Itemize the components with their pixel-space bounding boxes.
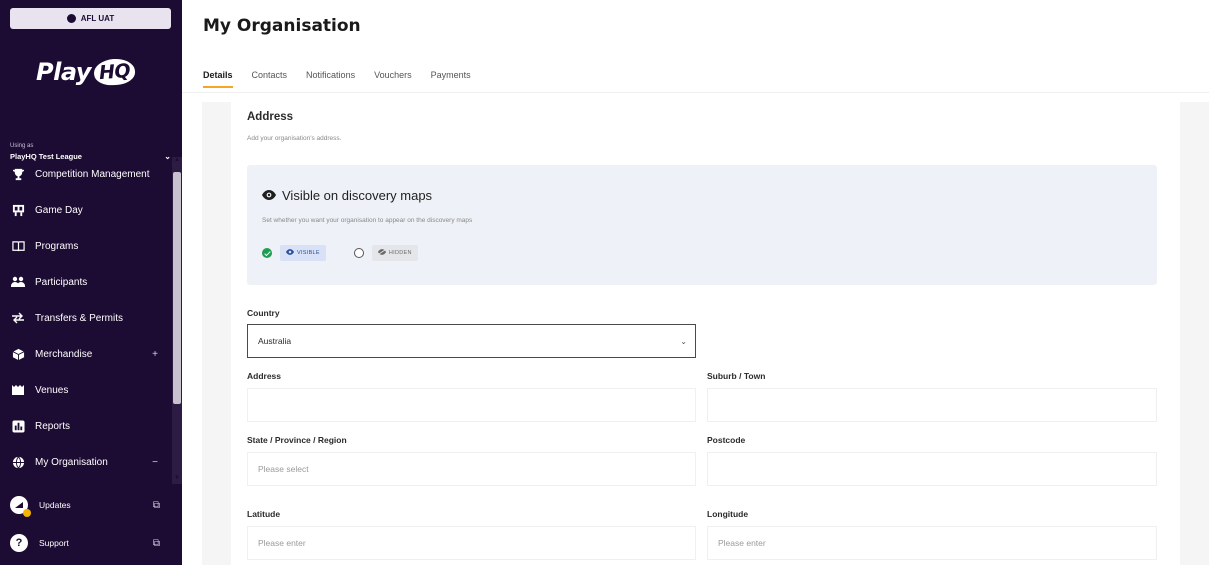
longitude-input[interactable]: Please enter xyxy=(707,526,1157,560)
address-card: Address Add your organisation's address.… xyxy=(231,102,1180,565)
longitude-placeholder: Please enter xyxy=(718,538,766,548)
discovery-title-text: Visible on discovery maps xyxy=(282,188,433,203)
sidebar-item-my-organisation[interactable]: My Organisation − xyxy=(0,447,172,477)
chart-icon xyxy=(11,419,25,433)
main-content: My Organisation Details Contacts Notific… xyxy=(182,0,1209,565)
sidebar-item-participants[interactable]: Participants xyxy=(0,267,172,297)
tab-bar: Details Contacts Notifications Vouchers … xyxy=(203,70,490,88)
page-title: My Organisation xyxy=(203,16,361,36)
discovery-title: Visible on discovery maps xyxy=(262,188,432,203)
updates-label: Updates xyxy=(39,500,71,510)
support-label: Support xyxy=(39,538,69,548)
sidebar-item-label: Competition Management xyxy=(35,168,150,180)
state-placeholder: Please select xyxy=(258,464,309,474)
scoreboard-icon xyxy=(11,203,25,217)
external-link-icon: ⧉ xyxy=(152,499,160,511)
country-value: Australia xyxy=(258,336,292,346)
sidebar-item-label: Participants xyxy=(35,276,88,288)
updates-icon xyxy=(10,496,31,517)
logo-hq-text: HQ xyxy=(93,57,136,87)
support-link[interactable]: ? Support ⧉ xyxy=(0,528,182,558)
postcode-input[interactable] xyxy=(707,452,1157,486)
people-icon xyxy=(11,275,25,289)
venue-icon xyxy=(11,383,25,397)
state-select[interactable]: Please select xyxy=(247,452,696,486)
address-section-subtitle: Add your organisation's address. xyxy=(247,135,342,142)
address-input[interactable] xyxy=(247,388,696,422)
external-link-icon: ⧉ xyxy=(152,537,160,549)
discovery-subtitle: Set whether you want your organisation t… xyxy=(262,217,473,224)
visible-label: VISIBLE xyxy=(297,250,320,256)
longitude-label: Longitude xyxy=(707,509,749,519)
tab-contacts[interactable]: Contacts xyxy=(252,70,288,86)
environment-dot-icon xyxy=(66,14,76,23)
collapse-minus-icon[interactable]: − xyxy=(152,457,158,468)
sidebar-item-reports[interactable]: Reports xyxy=(0,411,172,441)
transfer-icon xyxy=(11,311,25,325)
tab-divider xyxy=(182,92,1209,93)
tab-payments[interactable]: Payments xyxy=(431,70,471,86)
sidebar-item-merchandise[interactable]: Merchandise + xyxy=(0,339,172,369)
sidebar-item-label: My Organisation xyxy=(35,456,108,468)
country-select[interactable]: Australia ⌄ xyxy=(247,324,696,358)
sidebar-item-label: Merchandise xyxy=(35,348,93,360)
eye-icon xyxy=(286,249,294,257)
help-icon: ? xyxy=(10,534,28,552)
scroll-up-arrow-icon[interactable]: ▲ xyxy=(173,157,181,163)
sidebar-scrollbar-thumb[interactable] xyxy=(173,172,181,404)
latitude-label: Latitude xyxy=(247,509,281,519)
postcode-label: Postcode xyxy=(707,435,746,445)
sidebar-item-label: Game Day xyxy=(35,204,83,216)
logo-play-text: Play xyxy=(36,58,91,86)
latitude-placeholder: Please enter xyxy=(258,538,306,548)
discovery-visibility-panel: Visible on discovery maps Set whether yo… xyxy=(247,165,1157,285)
globe-icon xyxy=(11,455,25,469)
updates-link[interactable]: Updates ⧉ xyxy=(0,490,182,520)
latitude-input[interactable]: Please enter xyxy=(247,526,696,560)
suburb-label: Suburb / Town xyxy=(707,371,766,381)
hidden-chip[interactable]: HIDDEN xyxy=(371,245,418,261)
visibility-radio-group: VISIBLE HIDDEN xyxy=(262,245,446,261)
address-label: Address xyxy=(247,371,282,381)
state-label: State / Province / Region xyxy=(247,435,347,445)
tab-details[interactable]: Details xyxy=(203,70,233,88)
sidebar-item-transfers-permits[interactable]: Transfers & Permits xyxy=(0,303,172,333)
content-area: Address Add your organisation's address.… xyxy=(202,102,1209,565)
environment-label: AFL UAT xyxy=(80,14,115,23)
box-icon xyxy=(11,347,25,361)
book-icon xyxy=(11,239,25,253)
tab-notifications[interactable]: Notifications xyxy=(306,70,355,86)
scroll-down-arrow-icon[interactable]: ▼ xyxy=(173,475,181,481)
notification-dot xyxy=(23,509,31,517)
sidebar-item-venues[interactable]: Venues xyxy=(0,375,172,405)
hidden-label: HIDDEN xyxy=(388,250,412,256)
visible-chip[interactable]: VISIBLE xyxy=(280,245,326,261)
sidebar-item-label: Transfers & Permits xyxy=(35,312,123,324)
hidden-radio[interactable] xyxy=(353,248,364,258)
suburb-input[interactable] xyxy=(707,388,1157,422)
sidebar-item-competition-management[interactable]: Competition Management xyxy=(0,159,172,189)
country-label: Country xyxy=(247,308,280,318)
tab-vouchers[interactable]: Vouchers xyxy=(374,70,412,86)
playhq-logo[interactable]: Play HQ xyxy=(36,52,136,92)
sidebar-item-programs[interactable]: Programs xyxy=(0,231,172,261)
sidebar-item-label: Reports xyxy=(35,420,71,432)
address-section-title: Address xyxy=(247,111,294,123)
chevron-down-icon: ⌄ xyxy=(680,336,687,346)
sidebar: AFL UAT Play HQ Using as PlayHQ Test Lea… xyxy=(0,0,182,565)
using-as-label: Using as xyxy=(10,143,34,149)
environment-badge: AFL UAT xyxy=(10,8,171,29)
expand-plus-icon[interactable]: + xyxy=(152,349,158,360)
trophy-icon xyxy=(11,167,25,181)
sidebar-item-label: Programs xyxy=(35,240,79,252)
sidebar-item-game-day[interactable]: Game Day xyxy=(0,195,172,225)
visible-radio[interactable] xyxy=(262,248,272,258)
eye-off-icon xyxy=(377,249,386,257)
eye-icon xyxy=(262,189,276,203)
sidebar-item-label: Venues xyxy=(35,384,69,396)
